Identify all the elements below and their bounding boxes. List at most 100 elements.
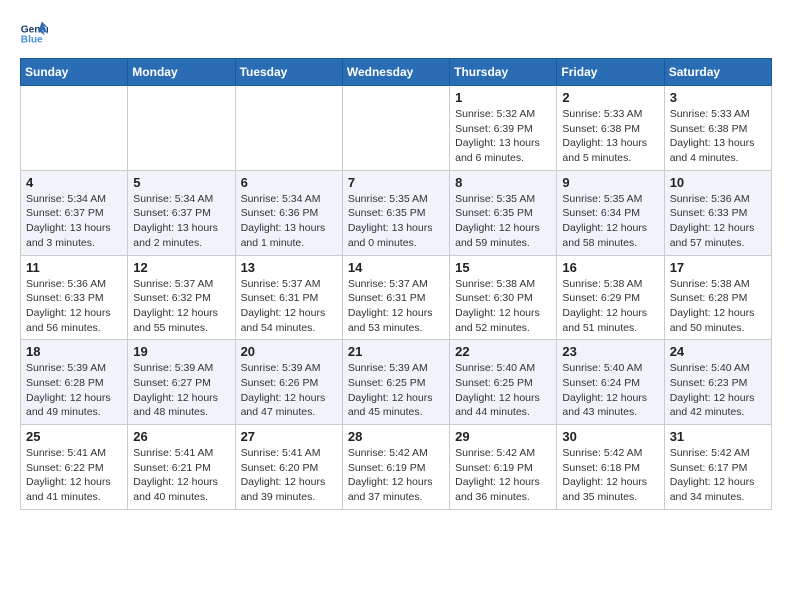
col-header-wednesday: Wednesday	[342, 59, 449, 86]
day-info: Sunrise: 5:39 AM Sunset: 6:25 PM Dayligh…	[348, 361, 444, 420]
calendar-cell: 2 Sunrise: 5:33 AM Sunset: 6:38 PM Daylig…	[557, 86, 664, 171]
calendar-cell: 3 Sunrise: 5:33 AM Sunset: 6:38 PM Daylig…	[664, 86, 771, 171]
calendar-cell: 18 Sunrise: 5:39 AM Sunset: 6:28 PM Dayli…	[21, 340, 128, 425]
calendar-cell: 20 Sunrise: 5:39 AM Sunset: 6:26 PM Dayli…	[235, 340, 342, 425]
calendar-cell: 16 Sunrise: 5:38 AM Sunset: 6:29 PM Dayli…	[557, 255, 664, 340]
calendar-cell: 11Sunrise: 5:36 AM Sunset: 6:33 PM Dayli…	[21, 255, 128, 340]
day-info: Sunrise: 5:40 AM Sunset: 6:25 PM Dayligh…	[455, 361, 551, 420]
calendar-cell: 7Sunrise: 5:35 AM Sunset: 6:35 PM Daylig…	[342, 170, 449, 255]
calendar-cell: 15 Sunrise: 5:38 AM Sunset: 6:30 PM Dayli…	[450, 255, 557, 340]
day-number: 19	[133, 344, 229, 359]
calendar-cell: 19 Sunrise: 5:39 AM Sunset: 6:27 PM Dayli…	[128, 340, 235, 425]
calendar-cell: 23 Sunrise: 5:40 AM Sunset: 6:24 PM Dayli…	[557, 340, 664, 425]
col-header-sunday: Sunday	[21, 59, 128, 86]
day-info: Sunrise: 5:42 AM Sunset: 6:18 PM Dayligh…	[562, 446, 658, 505]
day-number: 26	[133, 429, 229, 444]
calendar-week-row: 11Sunrise: 5:36 AM Sunset: 6:33 PM Dayli…	[21, 255, 772, 340]
day-info: Sunrise: 5:40 AM Sunset: 6:24 PM Dayligh…	[562, 361, 658, 420]
day-info: Sunrise: 5:32 AM Sunset: 6:39 PM Dayligh…	[455, 107, 551, 166]
day-number: 4	[26, 175, 122, 190]
day-info: Sunrise: 5:37 AM Sunset: 6:31 PM Dayligh…	[348, 277, 444, 336]
calendar-cell: 5 Sunrise: 5:34 AM Sunset: 6:37 PM Daylig…	[128, 170, 235, 255]
day-info: Sunrise: 5:42 AM Sunset: 6:17 PM Dayligh…	[670, 446, 766, 505]
day-info: Sunrise: 5:38 AM Sunset: 6:28 PM Dayligh…	[670, 277, 766, 336]
col-header-tuesday: Tuesday	[235, 59, 342, 86]
day-info: Sunrise: 5:35 AM Sunset: 6:34 PM Dayligh…	[562, 192, 658, 251]
day-number: 28	[348, 429, 444, 444]
day-number: 3	[670, 90, 766, 105]
calendar-cell: 6 Sunrise: 5:34 AM Sunset: 6:36 PM Daylig…	[235, 170, 342, 255]
day-number: 13	[241, 260, 337, 275]
day-info: Sunrise: 5:34 AM Sunset: 6:36 PM Dayligh…	[241, 192, 337, 251]
day-number: 2	[562, 90, 658, 105]
calendar-cell: 21Sunrise: 5:39 AM Sunset: 6:25 PM Dayli…	[342, 340, 449, 425]
day-info: Sunrise: 5:33 AM Sunset: 6:38 PM Dayligh…	[670, 107, 766, 166]
col-header-saturday: Saturday	[664, 59, 771, 86]
calendar-cell	[342, 86, 449, 171]
calendar-cell: 10 Sunrise: 5:36 AM Sunset: 6:33 PM Dayli…	[664, 170, 771, 255]
day-info: Sunrise: 5:38 AM Sunset: 6:29 PM Dayligh…	[562, 277, 658, 336]
day-info: Sunrise: 5:39 AM Sunset: 6:26 PM Dayligh…	[241, 361, 337, 420]
calendar-cell: 28 Sunrise: 5:42 AM Sunset: 6:19 PM Dayli…	[342, 425, 449, 510]
calendar-cell: 31 Sunrise: 5:42 AM Sunset: 6:17 PM Dayli…	[664, 425, 771, 510]
calendar-header-row: SundayMondayTuesdayWednesdayThursdayFrid…	[21, 59, 772, 86]
logo-icon: General Blue	[20, 20, 48, 48]
calendar-cell: 4 Sunrise: 5:34 AM Sunset: 6:37 PM Daylig…	[21, 170, 128, 255]
day-number: 23	[562, 344, 658, 359]
col-header-friday: Friday	[557, 59, 664, 86]
logo: General Blue	[20, 20, 52, 48]
day-info: Sunrise: 5:40 AM Sunset: 6:23 PM Dayligh…	[670, 361, 766, 420]
day-info: Sunrise: 5:34 AM Sunset: 6:37 PM Dayligh…	[26, 192, 122, 251]
day-info: Sunrise: 5:42 AM Sunset: 6:19 PM Dayligh…	[348, 446, 444, 505]
calendar-week-row: 4 Sunrise: 5:34 AM Sunset: 6:37 PM Daylig…	[21, 170, 772, 255]
calendar-cell: 13 Sunrise: 5:37 AM Sunset: 6:31 PM Dayli…	[235, 255, 342, 340]
calendar-cell	[21, 86, 128, 171]
calendar-cell: 27Sunrise: 5:41 AM Sunset: 6:20 PM Dayli…	[235, 425, 342, 510]
day-number: 7	[348, 175, 444, 190]
day-number: 6	[241, 175, 337, 190]
day-number: 1	[455, 90, 551, 105]
calendar-table: SundayMondayTuesdayWednesdayThursdayFrid…	[20, 58, 772, 510]
day-number: 18	[26, 344, 122, 359]
svg-text:Blue: Blue	[21, 35, 43, 46]
day-number: 16	[562, 260, 658, 275]
calendar-cell: 29Sunrise: 5:42 AM Sunset: 6:19 PM Dayli…	[450, 425, 557, 510]
day-info: Sunrise: 5:36 AM Sunset: 6:33 PM Dayligh…	[26, 277, 122, 336]
day-number: 10	[670, 175, 766, 190]
calendar-week-row: 18 Sunrise: 5:39 AM Sunset: 6:28 PM Dayli…	[21, 340, 772, 425]
day-number: 27	[241, 429, 337, 444]
day-info: Sunrise: 5:39 AM Sunset: 6:28 PM Dayligh…	[26, 361, 122, 420]
day-info: Sunrise: 5:37 AM Sunset: 6:32 PM Dayligh…	[133, 277, 229, 336]
calendar-cell: 8 Sunrise: 5:35 AM Sunset: 6:35 PM Daylig…	[450, 170, 557, 255]
day-number: 8	[455, 175, 551, 190]
calendar-cell	[235, 86, 342, 171]
page-header: General Blue	[20, 20, 772, 48]
day-number: 15	[455, 260, 551, 275]
calendar-cell: 25Sunrise: 5:41 AM Sunset: 6:22 PM Dayli…	[21, 425, 128, 510]
day-info: Sunrise: 5:41 AM Sunset: 6:21 PM Dayligh…	[133, 446, 229, 505]
calendar-cell	[128, 86, 235, 171]
calendar-cell: 30 Sunrise: 5:42 AM Sunset: 6:18 PM Dayli…	[557, 425, 664, 510]
day-info: Sunrise: 5:39 AM Sunset: 6:27 PM Dayligh…	[133, 361, 229, 420]
day-number: 5	[133, 175, 229, 190]
calendar-cell: 17Sunrise: 5:38 AM Sunset: 6:28 PM Dayli…	[664, 255, 771, 340]
day-number: 31	[670, 429, 766, 444]
day-info: Sunrise: 5:35 AM Sunset: 6:35 PM Dayligh…	[455, 192, 551, 251]
calendar-cell: 22 Sunrise: 5:40 AM Sunset: 6:25 PM Dayli…	[450, 340, 557, 425]
day-number: 9	[562, 175, 658, 190]
calendar-cell: 26 Sunrise: 5:41 AM Sunset: 6:21 PM Dayli…	[128, 425, 235, 510]
calendar-cell: 12 Sunrise: 5:37 AM Sunset: 6:32 PM Dayli…	[128, 255, 235, 340]
calendar-cell: 24Sunrise: 5:40 AM Sunset: 6:23 PM Dayli…	[664, 340, 771, 425]
calendar-cell: 1 Sunrise: 5:32 AM Sunset: 6:39 PM Daylig…	[450, 86, 557, 171]
day-info: Sunrise: 5:36 AM Sunset: 6:33 PM Dayligh…	[670, 192, 766, 251]
day-number: 12	[133, 260, 229, 275]
day-number: 22	[455, 344, 551, 359]
day-number: 29	[455, 429, 551, 444]
day-info: Sunrise: 5:37 AM Sunset: 6:31 PM Dayligh…	[241, 277, 337, 336]
day-number: 30	[562, 429, 658, 444]
day-number: 20	[241, 344, 337, 359]
day-info: Sunrise: 5:33 AM Sunset: 6:38 PM Dayligh…	[562, 107, 658, 166]
day-number: 25	[26, 429, 122, 444]
day-info: Sunrise: 5:38 AM Sunset: 6:30 PM Dayligh…	[455, 277, 551, 336]
day-info: Sunrise: 5:34 AM Sunset: 6:37 PM Dayligh…	[133, 192, 229, 251]
